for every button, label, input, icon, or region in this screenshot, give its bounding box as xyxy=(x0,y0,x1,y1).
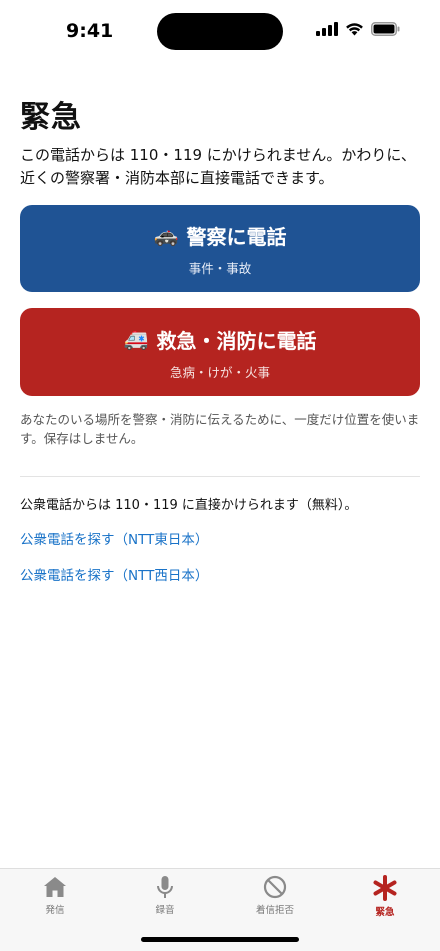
divider xyxy=(20,476,420,477)
asterisk-icon xyxy=(373,875,397,901)
tab-dial-label: 発信 xyxy=(45,905,65,916)
house-icon xyxy=(44,877,66,897)
tab-recordings-label: 録音 xyxy=(155,905,175,916)
page-description: この電話からは 110・119 にかけられません。かわりに、近くの警察署・消防本… xyxy=(20,146,416,187)
dynamic-island xyxy=(157,13,283,50)
police-car-icon: 🚓 xyxy=(153,223,179,247)
call-fire-label: 救急・消防に電話 xyxy=(156,328,317,353)
tab-call-block[interactable]: 着信拒否 xyxy=(235,875,315,916)
payphone-note: 公衆電話からは 110・119 に直接かけられます（無料）。 xyxy=(20,498,358,513)
location-privacy-note: あなたのいる場所を警察・消防に伝えるために、一度だけ位置を使います。保存はしませ… xyxy=(20,412,420,446)
call-fire-ambulance-button[interactable]: 🚑 救急・消防に電話 急病・けが・火事 xyxy=(20,308,420,396)
microphone-icon xyxy=(157,876,173,898)
wifi-icon xyxy=(346,23,363,36)
status-icons xyxy=(316,22,400,36)
cellular-signal-icon xyxy=(316,22,338,36)
emergency-content: 緊急 この電話からは 110・119 にかけられません。かわりに、近くの警察署・… xyxy=(20,92,420,584)
status-bar: 9:41 xyxy=(0,0,440,62)
tab-emergency[interactable]: 緊急 xyxy=(345,875,425,918)
tab-dial[interactable]: 発信 xyxy=(15,875,95,916)
call-police-button[interactable]: 🚓 警察に電話 事件・事故 xyxy=(20,205,420,292)
ambulance-icon: 🚑 xyxy=(123,327,149,351)
find-payphone-ntt-east-link[interactable]: 公衆電話を探す（NTT東日本） xyxy=(20,528,420,548)
call-police-sublabel: 事件・事故 xyxy=(188,261,252,276)
status-time: 9:41 xyxy=(66,20,114,42)
call-police-label: 警察に電話 xyxy=(186,224,287,249)
tab-call-block-label: 着信拒否 xyxy=(255,905,294,916)
prohibited-icon xyxy=(263,875,287,899)
find-payphone-ntt-west-link[interactable]: 公衆電話を探す（NTT西日本） xyxy=(20,564,420,584)
home-indicator[interactable] xyxy=(141,937,299,942)
battery-icon xyxy=(371,22,400,36)
tab-recordings[interactable]: 録音 xyxy=(125,875,205,916)
call-fire-sublabel: 急病・けが・火事 xyxy=(169,365,270,380)
tab-emergency-label: 緊急 xyxy=(375,907,395,918)
page-title: 緊急 xyxy=(20,100,82,135)
